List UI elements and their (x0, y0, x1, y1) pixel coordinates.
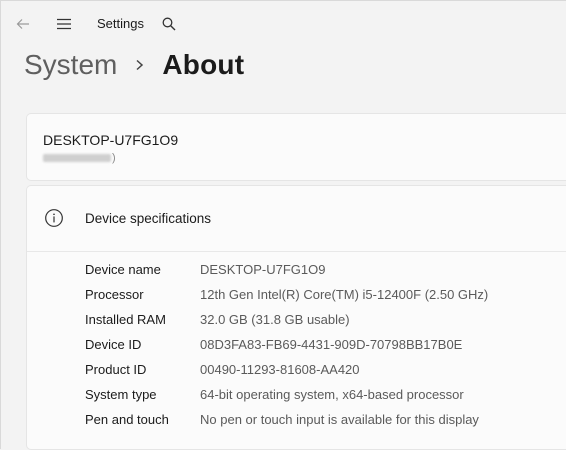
spec-value: 64-bit operating system, x64-based proce… (200, 387, 464, 402)
spec-value: 08D3FA83-FB69-4431-909D-70798BB17B0E (200, 337, 463, 352)
redacted-text-block (43, 154, 111, 163)
navigation-menu-button[interactable] (54, 14, 74, 34)
search-icon (162, 17, 176, 31)
info-icon (45, 209, 63, 227)
breadcrumb-system-link[interactable]: System (24, 49, 117, 81)
spec-value: DESKTOP-U7FG1O9 (200, 262, 326, 277)
page-title: About (162, 49, 245, 80)
spec-label: Device ID (85, 337, 142, 352)
device-model-suffix: ) (112, 152, 116, 164)
spec-value: No pen or touch input is available for t… (200, 412, 479, 427)
device-name-heading: DESKTOP-U7FG1O9 (43, 132, 179, 148)
spec-label: System type (85, 387, 157, 402)
chevron-right-icon (135, 59, 144, 71)
spec-value: 12th Gen Intel(R) Core(TM) i5-12400F (2.… (200, 287, 489, 302)
hamburger-menu-icon (57, 18, 71, 30)
breadcrumb: System About (24, 45, 244, 85)
device-specifications-header[interactable]: Device specifications (27, 186, 566, 252)
device-specifications-card: Device specifications Device name DESKTO… (26, 185, 566, 450)
device-name-card: DESKTOP-U7FG1O9 ) (26, 113, 566, 181)
spec-label: Installed RAM (85, 312, 166, 327)
titlebar: Settings (1, 1, 566, 47)
back-arrow-icon (16, 19, 29, 29)
settings-window: Settings System About DESKTOP-U7FG1O9 ) (0, 0, 566, 450)
spec-label: Device name (85, 262, 161, 277)
spec-value: 00490-11293-81608-AA420 (200, 362, 360, 377)
spec-value: 32.0 GB (31.8 GB usable) (200, 312, 350, 327)
spec-label: Pen and touch (85, 412, 169, 427)
app-title: Settings (97, 16, 144, 31)
back-button[interactable] (13, 14, 33, 34)
spec-label: Processor (85, 287, 144, 302)
search-button[interactable] (159, 14, 179, 34)
spec-label: Product ID (85, 362, 147, 377)
device-specifications-title: Device specifications (85, 211, 212, 226)
device-model-redacted: ) (43, 152, 116, 164)
